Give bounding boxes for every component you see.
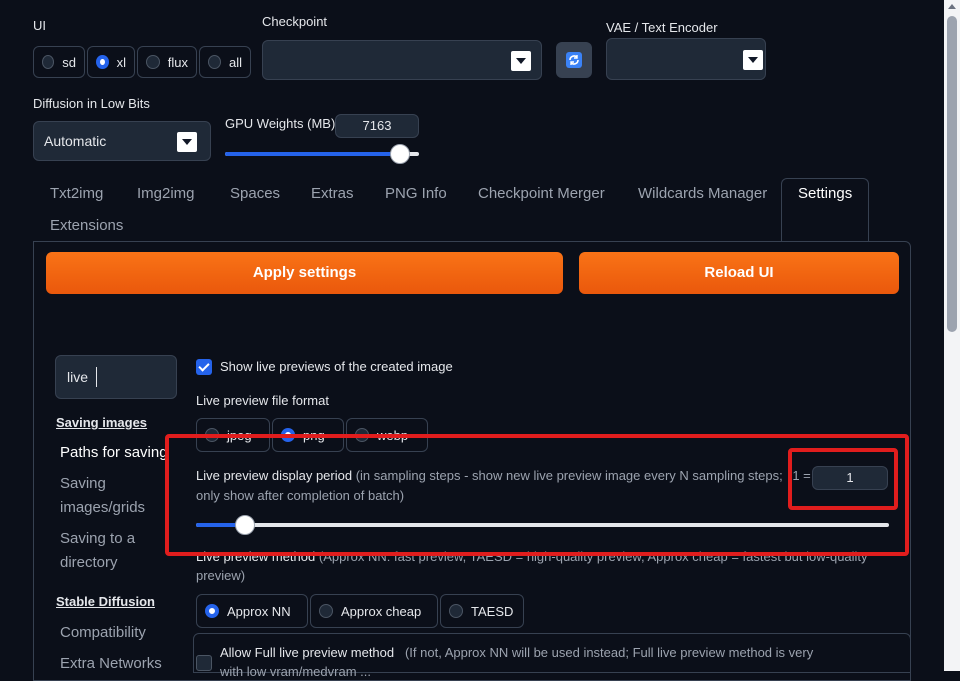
ui-option-flux[interactable]: flux [137, 46, 197, 78]
sidebar-item-extra-networks[interactable]: Extra Networks [60, 652, 162, 676]
radio-selected-icon [96, 55, 109, 69]
radio-selected-icon [205, 604, 219, 618]
page-scrollbar[interactable] [944, 0, 960, 671]
radio-icon [449, 604, 463, 618]
tab-checkpoint-merger[interactable]: Checkpoint Merger [478, 178, 605, 210]
ui-radio-group: sd xl flux all [33, 46, 251, 78]
scroll-up-icon[interactable] [948, 4, 956, 9]
apply-settings-button[interactable]: Apply settings [46, 252, 563, 294]
method-hint: preview) [196, 568, 246, 583]
chevron-down-icon [177, 132, 197, 152]
highlight-box-input [788, 448, 898, 510]
checkpoint-select[interactable] [262, 40, 542, 80]
radio-icon [208, 55, 221, 69]
sidebar-section-stable-diffusion[interactable]: Stable Diffusion [56, 594, 155, 609]
sidebar-item-saving-to-directory[interactable]: Saving to a directory [60, 527, 150, 575]
tab-png-info[interactable]: PNG Info [385, 178, 447, 210]
gpu-weights-label: GPU Weights (MB) [225, 116, 336, 131]
chevron-down-icon [511, 51, 531, 71]
ui-option-sd[interactable]: sd [33, 46, 85, 78]
gpu-weights-input[interactable]: 7163 [335, 114, 419, 138]
method-radio-group: Approx NN Approx cheap TAESD [196, 594, 524, 628]
ui-option-all[interactable]: all [199, 46, 251, 78]
chevron-down-icon [743, 50, 763, 70]
gpu-weights-slider-fill [225, 152, 400, 156]
full-method-hint: with low vram/medvram ... [220, 664, 371, 679]
tab-wildcards-manager[interactable]: Wildcards Manager [638, 178, 767, 210]
file-format-label: Live preview file format [196, 393, 329, 408]
checkpoint-label: Checkpoint [262, 14, 328, 29]
refresh-icon [566, 52, 582, 68]
full-method-label: Allow Full live preview method (If not, … [220, 645, 814, 660]
ui-label: UI [33, 18, 46, 33]
method-option-approx-nn[interactable]: Approx NN [196, 594, 308, 628]
gpu-weights-slider-thumb[interactable] [389, 144, 410, 164]
diffusion-label: Diffusion in Low Bits [33, 96, 150, 111]
show-live-previews-label: Show live previews of the created image [220, 359, 453, 374]
tab-settings[interactable]: Settings [798, 178, 852, 210]
full-method-checkbox[interactable] [196, 655, 212, 671]
ui-option-xl[interactable]: xl [87, 46, 135, 78]
scrollbar-thumb[interactable] [947, 16, 957, 332]
tab-extensions[interactable]: Extensions [50, 210, 123, 242]
method-option-taesd[interactable]: TAESD [440, 594, 524, 628]
sidebar-item-saving-images-grids[interactable]: Saving images/grids [60, 472, 160, 520]
vae-select[interactable] [606, 38, 766, 80]
vae-label: VAE / Text Encoder [606, 20, 718, 35]
settings-search-input[interactable]: live [55, 355, 177, 399]
diffusion-select[interactable]: Automatic [33, 121, 211, 161]
method-option-approx-cheap[interactable]: Approx cheap [310, 594, 438, 628]
show-live-previews-checkbox[interactable] [196, 359, 212, 375]
radio-icon [319, 604, 333, 618]
tab-txt2img[interactable]: Txt2img [50, 178, 103, 210]
radio-icon [42, 55, 55, 69]
sidebar-item-paths-for-saving[interactable]: Paths for saving [60, 441, 166, 465]
text-cursor [96, 367, 97, 387]
tab-spaces[interactable]: Spaces [230, 178, 280, 210]
sidebar-item-compatibility[interactable]: Compatibility [60, 621, 146, 645]
sidebar-section-saving-images[interactable]: Saving images [56, 415, 147, 430]
refresh-button[interactable] [556, 42, 592, 78]
tab-extras[interactable]: Extras [311, 178, 354, 210]
radio-icon [146, 55, 160, 69]
tab-img2img[interactable]: Img2img [137, 178, 195, 210]
reload-ui-button[interactable]: Reload UI [579, 252, 899, 294]
